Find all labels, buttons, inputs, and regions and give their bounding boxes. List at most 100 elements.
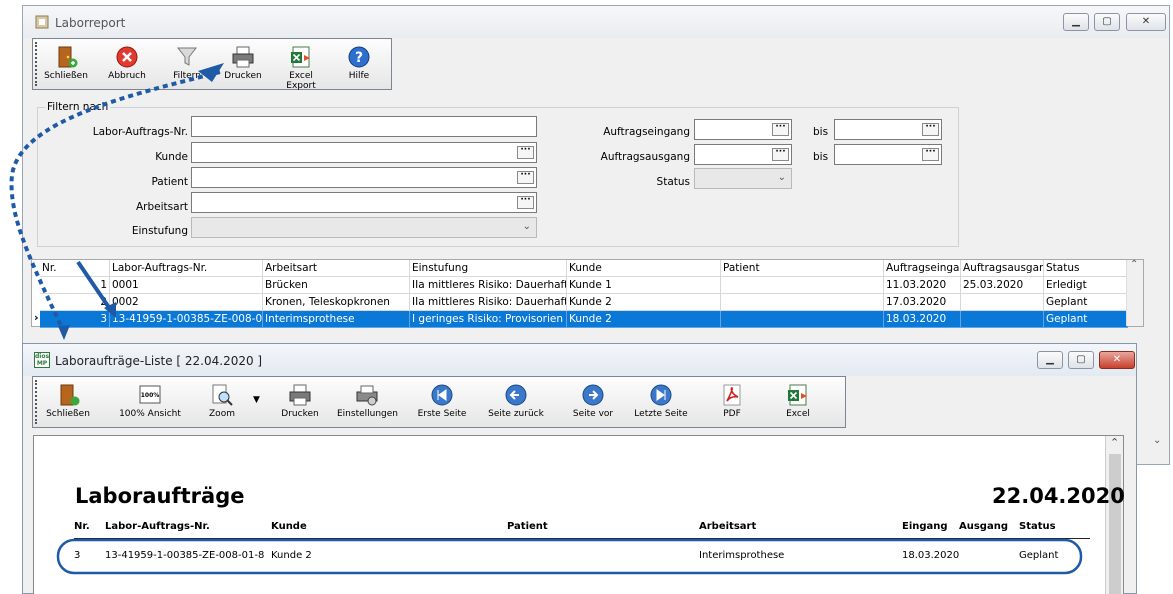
scrollbar-thumb[interactable] [1109,454,1121,594]
grid-cell[interactable] [721,294,884,311]
grid-cell[interactable]: Geplant [1044,294,1128,311]
auftragsausgang-from-picker[interactable]: ··· [772,148,789,161]
column-header[interactable]: Arbeitsart [263,260,410,277]
excel-export-tool-button[interactable]: Excel Export [273,45,329,91]
zoom-100-icon: 100% [139,385,161,404]
help-tool-button[interactable]: ? Hilfe [339,45,379,81]
grid-cell[interactable] [721,277,884,294]
cancel-tool-button[interactable]: Abbruch [107,45,147,81]
close-button[interactable]: ✕ [1126,13,1166,31]
auftragsausgang-to-input[interactable]: ··· [834,144,942,165]
liste-titlebar[interactable]: dios MP Laboraufträge-Liste [ 22.04.2020… [23,344,1136,376]
grid-scrollbar[interactable]: ⌃ [1126,259,1143,326]
column-header[interactable]: Auftragsausgang [961,260,1044,277]
column-header[interactable]: Patient [721,260,884,277]
window-scrollbar[interactable]: ⌄ [1147,259,1169,459]
grid-cell[interactable] [721,311,884,328]
grid-cell[interactable]: Geplant [1044,311,1128,328]
grid-cell[interactable]: 11.03.2020 [884,277,961,294]
close-button[interactable]: ✕ [1099,351,1135,369]
scroll-up-icon[interactable]: ⌃ [1130,259,1138,270]
scroll-up-icon[interactable]: ⌃ [1110,436,1119,449]
column-header[interactable]: Nr. [40,260,110,277]
grid-cell[interactable]: 1 [40,277,110,294]
results-grid: Nr. Labor-Auftrags-Nr. Arbeitsart Einstufun… [31,259,1144,328]
excel-button[interactable]: Excel [775,383,821,419]
app-icon [35,15,49,29]
kunde-input[interactable]: ··· [191,142,537,163]
arbeitsart-input[interactable]: ··· [191,192,537,213]
grid-cell[interactable]: Interimsprothese [263,311,410,328]
filter-tool-button[interactable]: Filtern [167,45,207,81]
grid-cell[interactable]: Kunde 2 [567,294,721,311]
status-label: Status [656,176,690,188]
auftragseingang-to-picker[interactable]: ··· [922,123,939,136]
grid-cell[interactable] [961,311,1044,328]
grid-cell[interactable]: Brücken [263,277,410,294]
grid-cell[interactable]: IIa mittleres Risiko: Dauerhafter Z [410,277,567,294]
minimize-button[interactable]: ▁ [1063,13,1089,31]
last-page-icon [650,384,672,406]
toolbar-grip[interactable] [35,42,39,86]
column-header[interactable]: Kunde [567,260,721,277]
seite-zurück-button[interactable]: Seite zurück [483,383,549,419]
column-header[interactable]: Einstufung [410,260,567,277]
100-ansicht-button[interactable]: 100% 100% Ansicht [105,383,195,419]
column-header[interactable]: Status [1044,260,1128,277]
patient-lookup-button[interactable]: ··· [517,171,534,184]
grid-cell[interactable]: 3 [40,311,110,328]
grid-cell[interactable]: 25.03.2020 [961,277,1044,294]
report-column-header: Nr. [74,521,90,532]
seite-vor-button[interactable]: Seite vor [563,383,623,419]
printer-icon [232,46,254,68]
column-header[interactable]: Labor-Auftrags-Nr. [110,260,263,277]
grid-cell[interactable]: Erledigt [1044,277,1128,294]
laborreport-titlebar[interactable]: Laborreport ▁ ▢ ✕ [23,6,1169,38]
arbeitsart-lookup-button[interactable]: ··· [517,196,534,209]
drucken-button[interactable]: Drucken [275,383,325,419]
grid-cell[interactable]: 13-41959-1-00385-ZE-008-01-8 [110,311,263,328]
erste-seite-button[interactable]: Erste Seite [411,383,473,419]
status-select[interactable]: ⌄ [694,168,792,189]
letzte-seite-button[interactable]: Letzte Seite [629,383,693,419]
grid-cell[interactable] [961,294,1044,311]
grid-cell[interactable]: Kronen, Teleskopkronen [263,294,410,311]
kunde-lookup-button[interactable]: ··· [517,146,534,159]
column-header[interactable]: Auftragseinga... [884,260,961,277]
scroll-down-icon[interactable]: ⌄ [1153,435,1161,446]
auftragseingang-from-input[interactable]: ··· [694,119,792,140]
auftragsausgang-from-input[interactable]: ··· [694,144,792,165]
zoom-dropdown-arrow[interactable]: ▼ [253,395,260,405]
grid-cell[interactable]: 2 [40,294,110,311]
auftragseingang-to-input[interactable]: ··· [834,119,942,140]
auftragseingang-label: Auftragseingang [603,126,690,138]
close-tool-button[interactable]: Schließen [43,45,89,81]
print-tool-button[interactable]: Drucken [221,45,265,81]
grid-cell[interactable]: IIa mittleres Risiko: Dauerhafter Z [410,294,567,311]
grid-cell[interactable]: I geringes Risiko: Provisorien [410,311,567,328]
patient-input[interactable]: ··· [191,167,537,188]
svg-text:?: ? [355,50,363,66]
zoom-button[interactable]: Zoom [195,383,249,419]
minimize-button[interactable]: ▁ [1037,351,1063,369]
grid-cell[interactable]: Kunde 2 [567,311,721,328]
printer-settings-icon [356,385,378,406]
grid-cell[interactable]: Kunde 1 [567,277,721,294]
labor-auftrags-nr-input[interactable] [191,116,537,137]
grid-cell[interactable]: 0002 [110,294,263,311]
einstellungen-button[interactable]: Einstellungen [337,383,398,419]
grid-cell[interactable]: 17.03.2020 [884,294,961,311]
report-scrollbar[interactable]: ⌃ [1105,436,1123,594]
schließen-button[interactable]: Schließen [43,383,93,419]
toolbar-grip[interactable] [35,380,39,424]
maximize-button[interactable]: ▢ [1068,351,1094,369]
grid-cell[interactable]: 18.03.2020 [884,311,961,328]
maximize-button[interactable]: ▢ [1094,13,1120,31]
pdf-button[interactable]: PDF [709,383,755,419]
einstufung-select[interactable]: ⌄ [191,217,537,238]
auftragseingang-from-picker[interactable]: ··· [772,123,789,136]
cancel-icon [116,46,138,68]
svg-text:100%: 100% [141,392,160,399]
auftragsausgang-to-picker[interactable]: ··· [922,148,939,161]
grid-cell[interactable]: 0001 [110,277,263,294]
